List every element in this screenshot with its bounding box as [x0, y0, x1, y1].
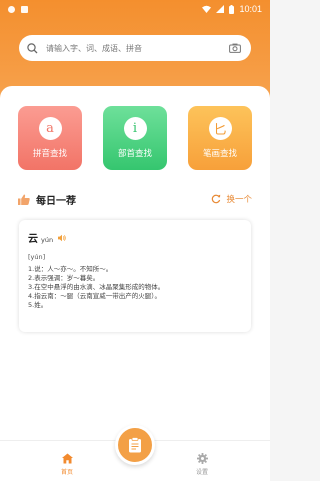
nav-home[interactable]: 首页: [52, 453, 82, 476]
stroke-lookup-label: 笔画查找: [202, 149, 237, 159]
clipboard-icon: [129, 437, 141, 453]
search-icon: [27, 41, 41, 55]
nav-settings[interactable]: 设置: [187, 453, 217, 476]
definition-item: 1.说：人～亦～。不知所～。: [28, 265, 113, 273]
lookup-cards: a 拼音查找 i 部首查找 匕 笔画查找: [18, 106, 252, 170]
status-bar: 10:01: [0, 0, 270, 18]
daily-recommend-header: 每日一荐 换一个: [18, 192, 252, 207]
camera-icon[interactable]: [229, 41, 243, 55]
status-icons-right: 10:01: [202, 4, 262, 14]
pinyin-lookup-card[interactable]: a 拼音查找: [18, 106, 82, 170]
word-card[interactable]: 云 yún [yún] 1.说：人～亦～。不知所～。 2.表示强调：岁～暮矣。 …: [19, 220, 251, 332]
search-input[interactable]: [46, 43, 229, 53]
radical-glyph-icon: i: [123, 117, 147, 140]
definition-item: 5.姓。: [28, 301, 48, 309]
nav-home-label: 首页: [60, 469, 73, 476]
stroke-glyph-icon: 匕: [208, 117, 232, 140]
daily-recommend-title: 每日一荐: [36, 195, 76, 207]
definition-item: 3.在空中悬浮的由水滴、冰晶聚集形成的物体。: [28, 283, 165, 291]
stroke-lookup-card[interactable]: 匕 笔画查找: [188, 106, 252, 170]
thumbs-up-icon: [18, 194, 30, 205]
status-icons-left: [8, 5, 28, 13]
speaker-icon[interactable]: [58, 234, 66, 242]
refresh-button[interactable]: 换一个: [211, 193, 252, 205]
pinyin-lookup-label: 拼音查找: [32, 149, 67, 159]
word-character: 云: [28, 234, 38, 245]
signal-icon: [216, 5, 225, 13]
definition-item: 4.指云南：～腿（云南宣威一带出产的火腿）。: [28, 292, 161, 300]
gear-icon: [196, 453, 208, 464]
status-time: 10:01: [239, 4, 262, 14]
word-pinyin: yún: [41, 236, 54, 244]
notification-icon: [8, 5, 15, 13]
pinyin-glyph-icon: a: [38, 117, 62, 140]
wifi-icon: [202, 5, 212, 13]
radical-lookup-card[interactable]: i 部首查找: [103, 106, 167, 170]
definition-list: 1.说：人～亦～。不知所～。 2.表示强调：岁～暮矣。 3.在空中悬浮的由水滴、…: [28, 265, 242, 310]
radical-lookup-label: 部首查找: [117, 149, 152, 159]
search-bar[interactable]: [19, 35, 251, 61]
app-icon: [21, 5, 28, 13]
battery-icon: [229, 4, 235, 14]
refresh-label: 换一个: [226, 195, 252, 205]
clipboard-fab-button[interactable]: [115, 425, 155, 465]
home-icon: [61, 453, 73, 464]
nav-settings-label: 设置: [195, 469, 208, 476]
definition-item: 2.表示强调：岁～暮矣。: [28, 274, 100, 282]
refresh-icon: [212, 194, 221, 204]
main-content: a 拼音查找 i 部首查找 匕 笔画查找 每日一荐 换一个 云 yún [yún…: [0, 86, 270, 440]
bracket-pinyin: [yún]: [28, 253, 46, 261]
